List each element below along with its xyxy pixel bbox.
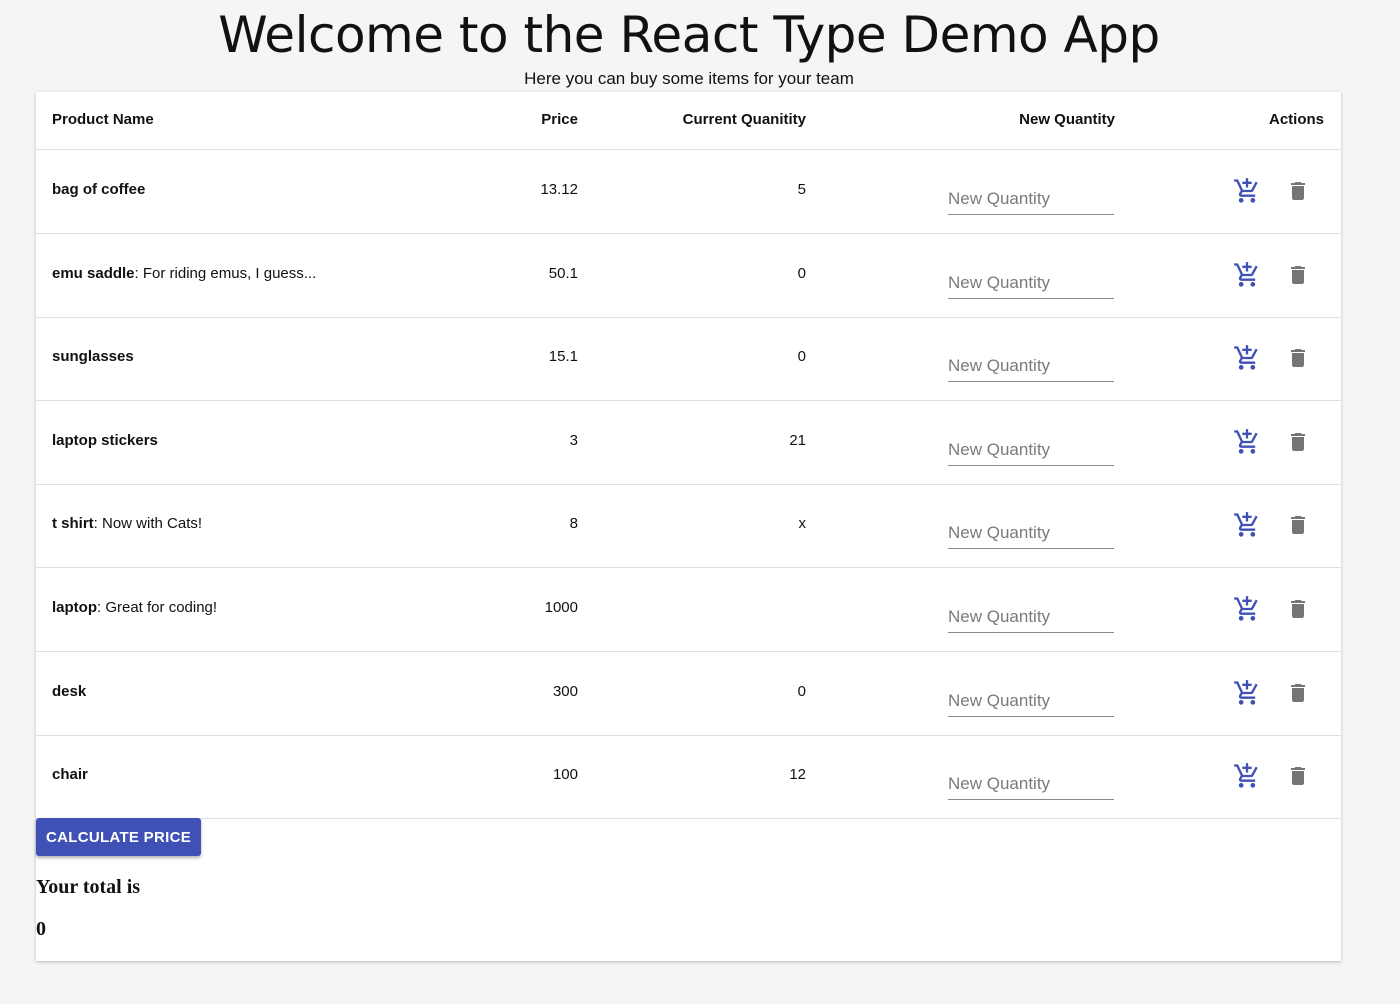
column-header-current-quantity: Current Quanitity (682, 111, 806, 128)
add-shopping-cart-icon[interactable] (1233, 511, 1261, 539)
price-cell: 13.12 (540, 181, 578, 198)
current-quantity-cell: 0 (797, 348, 806, 366)
new-quantity-input[interactable] (948, 351, 1114, 383)
current-quantity-cell: 0 (797, 264, 806, 282)
product-description: : Great for coding! (97, 599, 218, 616)
product-description: : For riding emus, I guess... (134, 264, 317, 282)
new-quantity-input[interactable] (948, 769, 1114, 801)
price-cell: 300 (552, 682, 578, 700)
current-quantity-cell: 0 (797, 682, 806, 700)
product-name-cell: laptop: Great for coding! (52, 599, 217, 616)
price-cell: 50.1 (548, 264, 578, 282)
product-name-cell: chair (52, 766, 88, 783)
product-name: bag of coffee (52, 181, 146, 198)
product-name-cell: emu saddle: For riding emus, I guess... (52, 265, 316, 282)
add-shopping-cart-icon[interactable] (1233, 679, 1261, 707)
add-shopping-cart-icon[interactable] (1233, 595, 1261, 623)
product-name: laptop stickers (52, 431, 158, 449)
column-header-actions: Actions (1268, 111, 1324, 128)
product-description: : Now with Cats! (93, 515, 203, 533)
table-row: emu saddle: For riding emus, I guess... 5… (36, 234, 1341, 318)
product-table-card: Product Name Price Current Quanitity New… (36, 92, 1341, 961)
price-cell: 8 (569, 515, 578, 533)
add-shopping-cart-icon[interactable] (1233, 762, 1261, 790)
column-header-new-quantity: New Quantity (1019, 111, 1115, 128)
current-quantity-cell: 12 (789, 766, 806, 784)
calculate-price-button[interactable]: CALCULATE PRICE (36, 818, 201, 856)
product-name: chair (52, 766, 88, 784)
table-row: laptop stickers 3 21 (36, 401, 1341, 485)
product-name-cell: sunglasses (52, 348, 134, 365)
price-cell: 1000 (544, 599, 578, 616)
price-cell: 3 (569, 431, 578, 449)
add-shopping-cart-icon[interactable] (1233, 428, 1261, 456)
column-header-price: Price (541, 111, 578, 128)
new-quantity-input[interactable] (948, 602, 1114, 633)
current-quantity-cell: 5 (797, 181, 806, 198)
new-quantity-input[interactable] (948, 267, 1114, 299)
new-quantity-input[interactable] (948, 184, 1114, 215)
new-quantity-input[interactable] (948, 685, 1114, 717)
trash-icon[interactable] (1286, 596, 1310, 622)
table-row: laptop: Great for coding! 1000 (36, 568, 1341, 652)
trash-icon[interactable] (1286, 178, 1310, 204)
add-shopping-cart-icon[interactable] (1233, 261, 1261, 289)
current-quantity-cell: x (798, 515, 807, 533)
table-row: t shirt: Now with Cats! 8 x (36, 484, 1341, 569)
trash-icon[interactable] (1286, 763, 1310, 789)
trash-icon[interactable] (1286, 680, 1310, 706)
product-name: desk (52, 682, 87, 700)
page-subtitle: Here you can buy some items for your tea… (524, 69, 854, 88)
total-value: 0 (36, 918, 46, 940)
price-cell: 100 (552, 766, 578, 784)
product-name: laptop (52, 599, 97, 616)
new-quantity-input[interactable] (948, 434, 1114, 466)
product-name-cell: laptop stickers (52, 432, 158, 449)
table-row: chair 100 12 (36, 735, 1341, 820)
add-shopping-cart-icon[interactable] (1233, 177, 1261, 205)
product-name-cell: desk (52, 683, 86, 700)
table-row: bag of coffee 13.12 5 (36, 150, 1341, 234)
total-label: Your total is (36, 876, 141, 898)
trash-icon[interactable] (1286, 262, 1310, 288)
table-row: sunglasses 15.1 0 (36, 317, 1341, 402)
product-name: t shirt (52, 515, 94, 533)
trash-icon[interactable] (1286, 345, 1310, 371)
add-shopping-cart-icon[interactable] (1233, 344, 1261, 372)
current-quantity-cell: 21 (789, 431, 806, 449)
table-header: Product Name Price Current Quanitity New… (36, 92, 1341, 150)
table-row: desk 300 0 (36, 652, 1341, 736)
price-cell: 15.1 (548, 348, 578, 366)
product-name: emu saddle (52, 264, 135, 282)
trash-icon[interactable] (1286, 429, 1310, 455)
page-title: Welcome to the React Type Demo App (218, 6, 1160, 64)
product-name-cell: t shirt: Now with Cats! (52, 515, 202, 532)
new-quantity-input[interactable] (948, 518, 1114, 550)
product-name-cell: bag of coffee (52, 181, 145, 198)
product-name: sunglasses (52, 348, 134, 366)
column-header-product-name: Product Name (52, 111, 154, 128)
trash-icon[interactable] (1286, 512, 1310, 538)
